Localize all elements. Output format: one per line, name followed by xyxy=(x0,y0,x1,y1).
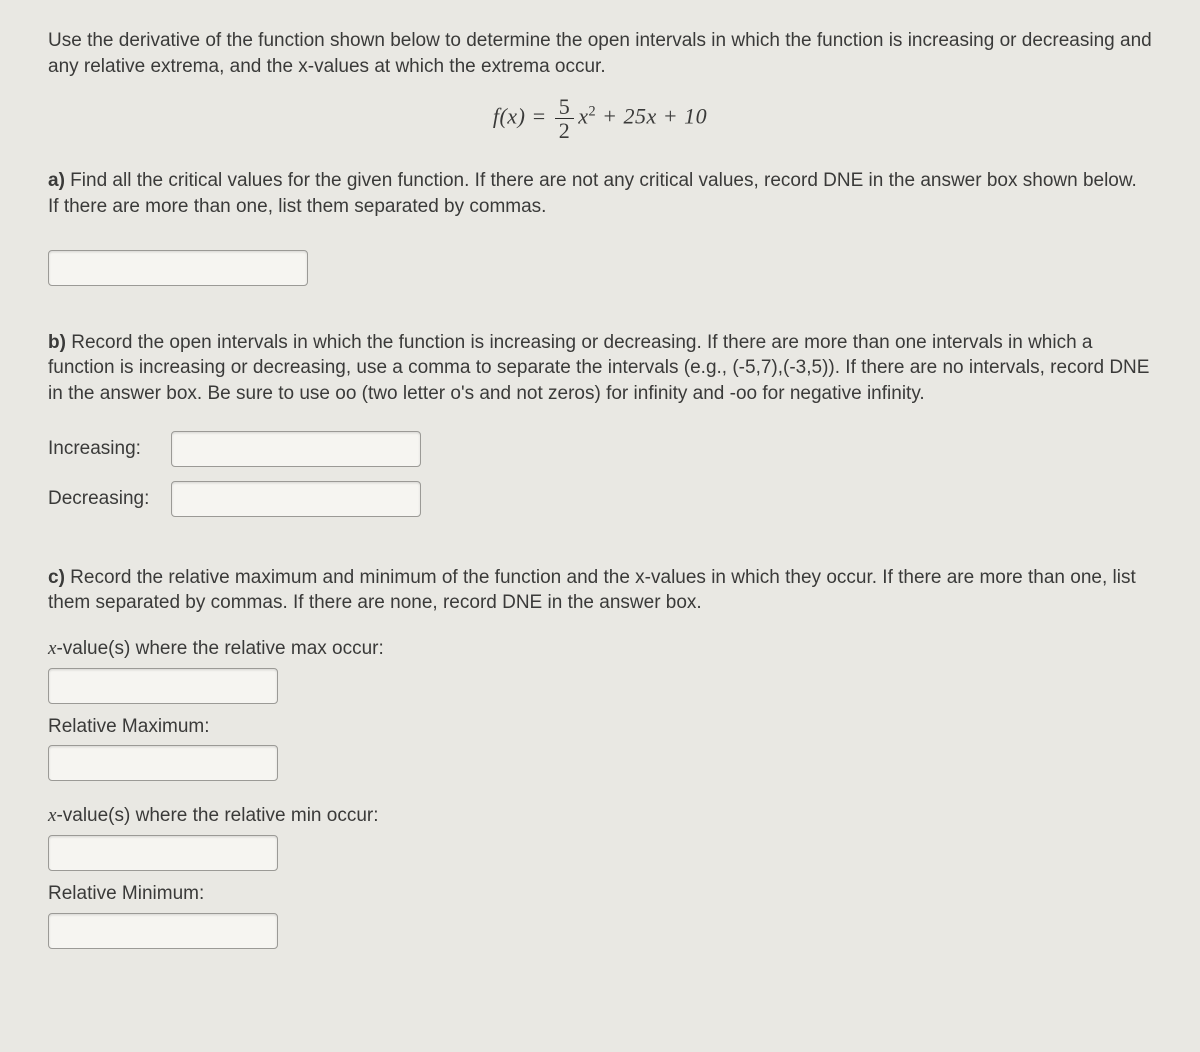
equation-rest: + 25x + 10 xyxy=(596,104,707,129)
relative-max-label: Relative Maximum: xyxy=(48,716,210,737)
equation-lhs: f(x) xyxy=(493,104,526,129)
decreasing-label: Decreasing: xyxy=(48,486,160,512)
equation-equals: = xyxy=(531,104,552,129)
relative-max-input[interactable] xyxy=(48,745,278,781)
part-a-text: Find all the critical values for the giv… xyxy=(48,170,1137,217)
part-b-letter: b) xyxy=(48,332,66,353)
decreasing-input[interactable] xyxy=(171,481,421,517)
fraction-bot: 2 xyxy=(555,119,575,142)
intro-text: Use the derivative of the function shown… xyxy=(48,28,1152,79)
function-equation: f(x) = 5 2 x2 + 25x + 10 xyxy=(48,95,1152,142)
fraction: 5 2 xyxy=(555,95,575,142)
increasing-input[interactable] xyxy=(171,431,421,467)
part-a: a) Find all the critical values for the … xyxy=(48,168,1152,285)
x-var: x xyxy=(578,104,588,129)
max-x-label: -value(s) where the relative max occur: xyxy=(56,638,383,659)
part-c: c) Record the relative maximum and minim… xyxy=(48,565,1152,949)
part-c-text: Record the relative maximum and minimum … xyxy=(48,567,1136,614)
part-b-text: Record the open intervals in which the f… xyxy=(48,332,1149,404)
part-b: b) Record the open intervals in which th… xyxy=(48,330,1152,517)
fraction-top: 5 xyxy=(555,95,575,119)
relative-min-x-input[interactable] xyxy=(48,835,278,871)
increasing-label: Increasing: xyxy=(48,436,160,462)
relative-max-x-input[interactable] xyxy=(48,668,278,704)
part-c-letter: c) xyxy=(48,567,65,588)
part-a-letter: a) xyxy=(48,170,65,191)
min-x-label: -value(s) where the relative min occur: xyxy=(56,805,378,826)
relative-min-label: Relative Minimum: xyxy=(48,883,204,904)
critical-values-input[interactable] xyxy=(48,250,308,286)
relative-min-input[interactable] xyxy=(48,913,278,949)
